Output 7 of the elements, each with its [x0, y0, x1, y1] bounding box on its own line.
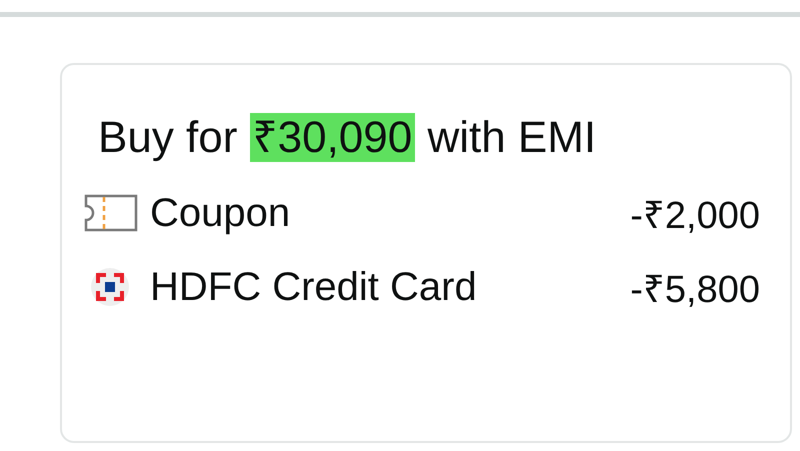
coupon-icon	[82, 193, 138, 233]
discount-label: Coupon	[150, 190, 292, 236]
discount-amount: -₹5,800	[630, 268, 760, 313]
offer-title: Buy for ₹30,090 with EMI	[98, 112, 598, 164]
discount-label: HDFC Credit Card	[150, 264, 478, 310]
bank-logo-icon	[90, 267, 130, 307]
discount-amount: -₹2,000	[630, 194, 760, 239]
